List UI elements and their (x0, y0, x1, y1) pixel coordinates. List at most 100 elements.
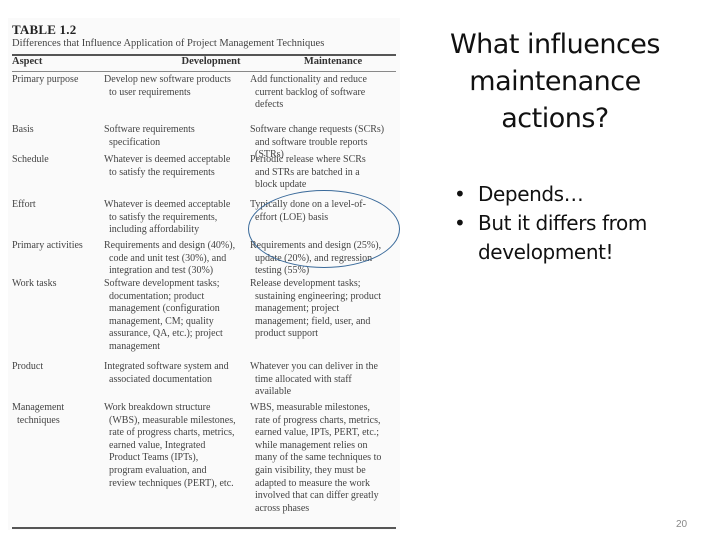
bullet-dot-icon: • (454, 182, 466, 206)
bullet-item: • Depends… (448, 180, 708, 209)
cell-line: program evaluation, and (109, 464, 207, 476)
cell-line: WBS, measurable milestones, (250, 402, 370, 413)
cell-line: review techniques (PERT), etc. (109, 477, 234, 489)
cell-line: product support (255, 328, 319, 340)
row-aspect-cell: Effort (12, 199, 100, 212)
cell-line: Schedule (12, 154, 49, 165)
row-development-cell: Develop new software products to user req… (104, 74, 250, 99)
cell-line: Whatever is deemed acceptable (104, 154, 231, 165)
cell-line: integration and test (30%) (109, 265, 214, 277)
annotation-ellipse (248, 190, 400, 268)
cell-line: rate of progress charts, metrics, (255, 414, 381, 426)
cell-line: associated documentation (109, 373, 213, 385)
cell-line: Work breakdown structure (104, 402, 211, 413)
cell-line: involved that can differ greatly (255, 490, 379, 502)
cell-line: management; field, user, and (255, 315, 371, 327)
bullet-item: • But it differs from development! (448, 209, 708, 267)
cell-line: Product Teams (IPTs), (109, 452, 199, 464)
cell-line: documentation; product (109, 290, 205, 302)
cell-line: Software change requests (SCRs) (250, 124, 385, 135)
cell-line: many of the same techniques to (255, 452, 382, 464)
cell-line: Software requirements (104, 124, 195, 135)
bullet-text: Depends… (478, 182, 584, 206)
bullet-dot-icon: • (454, 211, 466, 235)
cell-line: to satisfy the requirements (109, 166, 215, 178)
cell-line: Work tasks (12, 278, 57, 289)
cell-line: specification (109, 136, 161, 148)
row-development-cell: Whatever is deemed acceptable to satisfy … (104, 154, 250, 179)
cell-line: rate of progress charts, metrics, (109, 427, 235, 439)
cell-line: across phases (255, 502, 310, 514)
row-aspect-cell: Management techniques (12, 402, 100, 427)
cell-line: Whatever you can deliver in the (250, 361, 378, 372)
cell-line: and STRs are batched in a (255, 166, 360, 178)
cell-line: techniques (17, 414, 60, 426)
table-image: TABLE 1.2 Differences that Influence App… (8, 18, 400, 530)
row-development-cell: Work breakdown structure (WBS), measurabl… (104, 402, 250, 490)
title-line: What influences (449, 29, 661, 60)
cell-line: management (109, 340, 161, 352)
cell-line: defects (255, 99, 284, 111)
cell-line: code and unit test (30%), and (109, 252, 227, 264)
cell-line: Product (12, 361, 44, 372)
cell-line: Requirements and design (40%), (104, 240, 236, 251)
cell-line: current backlog of software (255, 86, 366, 98)
header-aspect: Aspect (12, 56, 43, 67)
row-aspect-cell: Primary activities (12, 240, 100, 253)
row-development-cell: Whatever is deemed acceptable to satisfy … (104, 199, 250, 237)
cell-line: management, CM; quality (109, 315, 214, 327)
cell-line: Basis (12, 124, 34, 135)
cell-line: to user requirements (109, 86, 191, 98)
cell-line: Release development tasks; (250, 278, 361, 289)
cell-line: assurance, QA, etc.); project (109, 328, 223, 340)
cell-line: to satisfy the requirements, (109, 211, 218, 223)
table-bottom-rule (12, 527, 396, 529)
title-line: actions? (501, 103, 609, 134)
header-development: Development (181, 56, 241, 67)
row-maintenance-cell: WBS, measurable milestones, rate of progr… (250, 402, 398, 515)
bullet-text: But it differs from (478, 211, 647, 235)
cell-line: adapted to measure the work (255, 477, 370, 489)
cell-line: Management (12, 402, 65, 413)
cell-line: available (255, 386, 292, 398)
cell-line: time allocated with staff (255, 373, 352, 385)
row-development-cell: Requirements and design (40%), code and u… (104, 240, 250, 278)
cell-line: Integrated software system and (104, 361, 229, 372)
row-development-cell: Software requirements specification (104, 124, 250, 149)
row-aspect-cell: Primary purpose (12, 74, 100, 87)
bullet-list: • Depends… • But it differs from develop… (448, 180, 708, 267)
table-caption: Differences that Influence Application o… (12, 38, 325, 49)
row-aspect-cell: Work tasks (12, 278, 100, 291)
cell-line: sustaining engineering; product (255, 290, 382, 302)
row-maintenance-cell: Whatever you can deliver in the time allo… (250, 361, 398, 399)
row-aspect-cell: Product (12, 361, 100, 374)
cell-line: including affordability (109, 224, 200, 236)
cell-line: management (configuration (109, 303, 220, 315)
cell-line: Periodic release where SCRs (250, 154, 366, 165)
title-line: maintenance (469, 66, 641, 97)
cell-line: Effort (12, 199, 36, 210)
cell-line: (WBS), measurable milestones, (109, 414, 236, 426)
cell-line: Primary activities (12, 240, 83, 251)
cell-line: Primary purpose (12, 74, 79, 85)
cell-line: earned value, Integrated (109, 439, 206, 451)
row-maintenance-cell: Add functionality and reduce current back… (250, 74, 398, 112)
cell-line: management; project (255, 303, 340, 315)
row-maintenance-cell: Periodic release where SCRs and STRs are … (250, 154, 398, 192)
cell-line: Whatever is deemed acceptable (104, 199, 231, 210)
table-header-rule (12, 71, 396, 72)
cell-line: gain visibility, they must be (255, 464, 366, 476)
row-development-cell: Software development tasks; documentation… (104, 278, 250, 354)
row-development-cell: Integrated software system and associated… (104, 361, 250, 386)
slide-title: What influences maintenance actions? (430, 26, 680, 137)
row-aspect-cell: Basis (12, 124, 100, 137)
cell-line: and software trouble reports (255, 136, 368, 148)
row-aspect-cell: Schedule (12, 154, 100, 167)
page-number: 20 (676, 519, 688, 530)
cell-line: Develop new software products (104, 74, 231, 85)
cell-line: earned value, IPTs, PERT, etc.; (255, 427, 380, 439)
row-maintenance-cell: Release development tasks; sustaining eng… (250, 278, 398, 341)
bullet-text: development! (478, 240, 614, 264)
table-label: TABLE 1.2 (12, 22, 77, 37)
cell-line: Add functionality and reduce (250, 74, 367, 85)
